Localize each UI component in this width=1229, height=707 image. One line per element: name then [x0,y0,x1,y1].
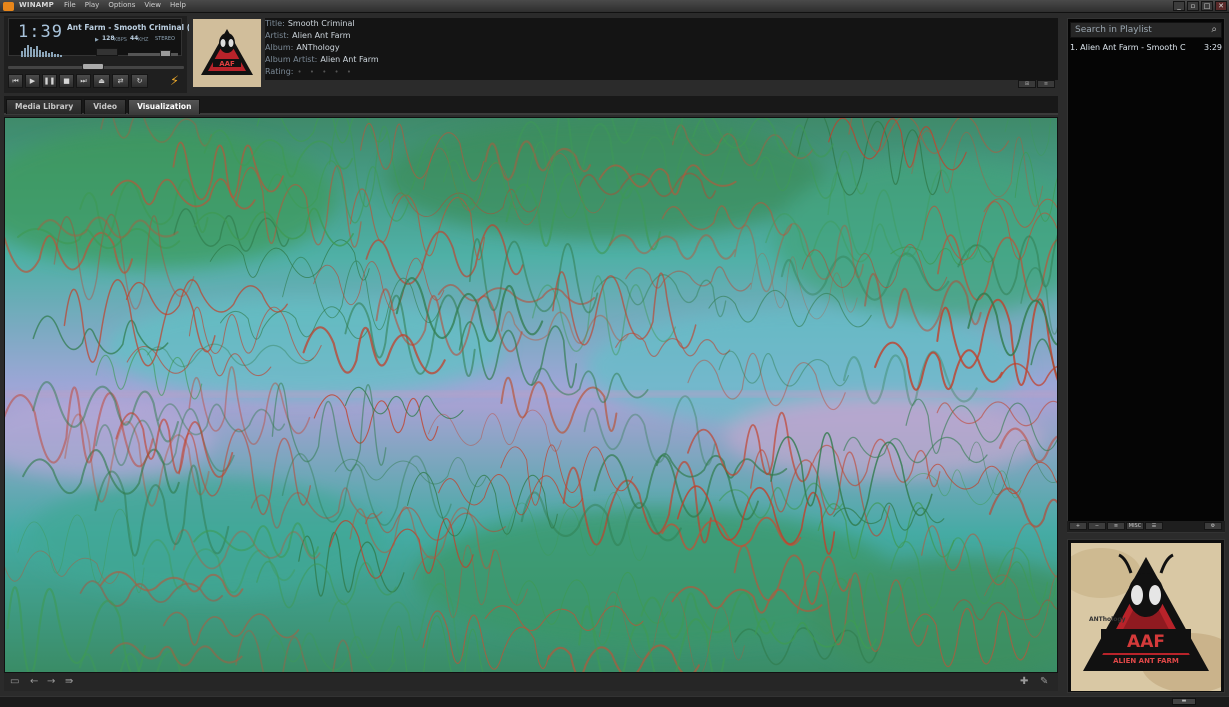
puzzle-icon[interactable]: ✚ [1020,676,1028,687]
stereo-indicator: STEREO [155,36,175,42]
album-art[interactable]: AAF ALIEN ANT FARM ANThology [1071,543,1221,691]
info-rating-row: Rating: • • • • • [265,67,354,76]
player-panel: 1:39 Ant Farm - Smooth Criminal (3: ▶ 12… [4,16,189,93]
samplerate-unit: KHZ [138,37,149,43]
app-title: WINAMP [19,1,54,9]
close-button[interactable]: ✕ [1215,1,1227,11]
now-playing-info: Title: Smooth Criminal Artist: Alien Ant F… [265,18,1058,80]
bolt-icon[interactable]: ⚡ [170,74,183,90]
transport-controls: ⏮ ▶ ❚❚ ■ ⏭ ⏏ ⇄ ↻ [8,74,148,88]
restore-button[interactable]: ▫ [1187,1,1199,11]
track-album-artist: Alien Ant Farm [320,55,379,64]
rating-stars[interactable]: • • • • • [298,68,355,76]
tab-media-library[interactable]: Media Library [6,99,83,114]
next-preset-icon[interactable]: → [47,676,55,687]
tab-visualization[interactable]: Visualization [128,99,201,114]
repeat-button[interactable]: ↻ [131,74,148,88]
playlist-row[interactable]: 1. Alien Ant Farm - Smooth Criminal 3:29 [1068,43,1224,55]
info-options-button[interactable]: ≡ [1037,80,1055,88]
pause-button[interactable]: ❚❚ [42,74,57,88]
playlist-search-field[interactable]: Search in Playlist ⌕ [1070,22,1222,38]
info-album-row: Album: ANThology [265,43,340,52]
search-icon[interactable]: ⌕ [1211,24,1217,35]
album-art-thumbnail[interactable]: AAF [193,19,261,87]
minimize-button[interactable]: _ [1173,1,1185,11]
next-button[interactable]: ⏭ [76,74,91,88]
menu-help[interactable]: Help [170,1,186,9]
panel-resize-button[interactable]: ▬ [1172,698,1196,705]
maximize-button[interactable]: □ [1201,1,1213,11]
play-indicator-icon: ▶ [95,37,99,43]
bitrate-value: 128 [102,35,115,42]
shuffle-button[interactable]: ⇄ [112,74,129,88]
seek-bar-thumb[interactable] [82,63,104,70]
balance-slider[interactable] [96,48,118,56]
svg-text:ANThology: ANThology [1089,616,1126,623]
playlist-items: 1. Alien Ant Farm - Smooth Criminal 3:29 [1068,43,1224,55]
playlist-options-button[interactable]: ⚙ [1204,522,1222,530]
tab-video[interactable]: Video [84,99,127,114]
playlist-select-button[interactable]: ≡ [1107,522,1125,530]
track-artist: Alien Ant Farm [292,31,351,40]
visualization-canvas[interactable] [5,118,1057,672]
svg-text:AAF: AAF [1127,632,1165,652]
menu-options[interactable]: Options [108,1,135,9]
spectrum-analyzer[interactable] [21,43,63,57]
fullscreen-icon[interactable]: ▭ [10,676,19,687]
playlist-add-button[interactable]: + [1069,522,1087,530]
menu-view[interactable]: View [144,1,161,9]
song-title-ticker[interactable]: Ant Farm - Smooth Criminal (3: [67,23,189,33]
menu-file[interactable]: File [64,1,76,9]
stop-button[interactable]: ■ [59,74,74,88]
info-expand-button[interactable]: ⊞ [1018,80,1036,88]
playlist-search-placeholder: Search in Playlist [1075,25,1152,35]
playlist-toolbar: + − ≡ MISC ☰ ⚙ [1067,521,1225,532]
wrench-icon[interactable]: ✎ [1040,676,1048,687]
previous-button[interactable]: ⏮ [8,74,23,88]
track-album: ANThology [296,43,340,52]
visualization-frame [4,117,1058,673]
album-label: Album: [265,43,294,52]
info-album-artist-row: Album Artist: Alien Ant Farm [265,55,379,64]
title-bar[interactable]: WINAMP File Play Options View Help _ ▫ □… [0,0,1229,13]
play-button[interactable]: ▶ [25,74,40,88]
playlist-item-duration: 3:29 [1204,43,1222,52]
tab-bar: Media Library Video Visualization [4,96,1058,115]
playlist-remove-button[interactable]: − [1088,522,1106,530]
playlist-item-title: 1. Alien Ant Farm - Smooth Criminal [1070,43,1186,52]
artist-label: Artist: [265,31,290,40]
menu-play[interactable]: Play [85,1,100,9]
info-title-row: Title: Smooth Criminal [265,19,355,28]
winamp-window: WINAMP File Play Options View Help _ ▫ □… [0,0,1229,707]
volume-slider-thumb[interactable] [160,50,171,57]
winamp-logo-icon [3,2,14,11]
eject-button[interactable]: ⏏ [93,74,110,88]
playlist-misc-button[interactable]: MISC [1126,522,1144,530]
lcd-display: 1:39 Ant Farm - Smooth Criminal (3: ▶ 12… [8,18,189,57]
playlist-list-button[interactable]: ☰ [1145,522,1163,530]
title-label: Title: [265,19,285,28]
svg-text:AAF: AAF [219,60,235,68]
menu-bar: File Play Options View Help [64,1,186,9]
album-artist-label: Album Artist: [265,55,318,64]
tabs: Media Library Video Visualization [6,99,201,114]
previous-preset-icon[interactable]: ← [30,676,38,687]
track-title: Smooth Criminal [287,19,355,28]
visualization-toolbar: ▭ ← → ⇛ ✚ ✎ [4,673,1058,691]
info-artist-row: Artist: Alien Ant Farm [265,31,351,40]
status-bar: ▬ [0,696,1229,707]
random-preset-icon[interactable]: ⇛ [65,676,73,687]
playlist-panel: Search in Playlist ⌕ 1. Alien Ant Farm -… [1067,18,1225,533]
window-controls: _ ▫ □ ✕ [1173,1,1227,11]
rating-label: Rating: [265,67,294,76]
bitrate-unit: KBPS [114,37,127,43]
time-display[interactable]: 1:39 [18,22,63,42]
svg-text:ALIEN ANT FARM: ALIEN ANT FARM [1113,657,1179,665]
album-art-panel: AAF ALIEN ANT FARM ANThology [1067,539,1225,693]
